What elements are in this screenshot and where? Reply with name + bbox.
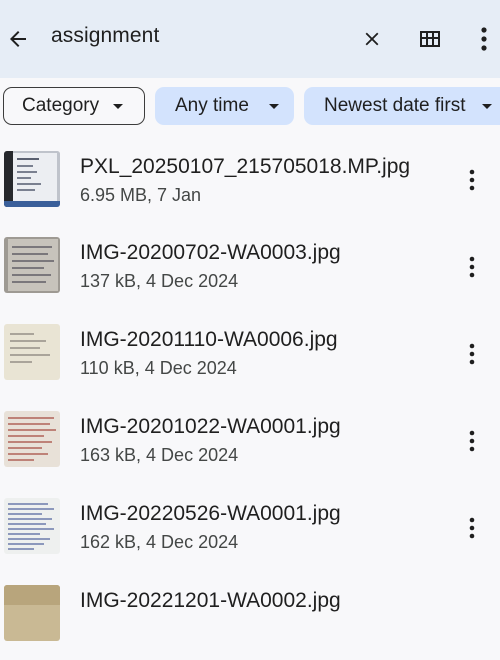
file-meta: 110 kB, 4 Dec 2024 [80, 358, 237, 378]
more-vert-icon[interactable] [466, 168, 478, 192]
file-thumbnail [4, 411, 60, 467]
file-thumbnail [4, 237, 60, 293]
more-vert-icon[interactable] [466, 516, 478, 540]
chip-label: Any time [175, 95, 249, 116]
list-item[interactable]: IMG-20200702-WA0003.jpg 137 kB, 4 Dec 20… [0, 225, 500, 312]
file-thumbnail [4, 498, 60, 554]
more-vert-icon[interactable] [466, 255, 478, 279]
close-icon[interactable] [361, 28, 383, 50]
grid-view-icon[interactable] [418, 27, 442, 51]
category-filter-chip[interactable]: Category [3, 87, 145, 125]
dropdown-caret-icon [481, 103, 492, 109]
sort-order-chip[interactable]: Newest date first [304, 87, 500, 125]
file-name: IMG-20220526-WA0001.jpg [80, 502, 341, 525]
file-name: IMG-20200702-WA0003.jpg [80, 241, 341, 264]
time-filter-chip[interactable]: Any time [155, 87, 294, 125]
file-name: PXL_20250107_215705018.MP.jpg [80, 155, 411, 178]
file-name: IMG-20201022-WA0001.jpg [80, 415, 341, 438]
file-meta: 162 kB, 4 Dec 2024 [80, 532, 239, 552]
file-meta: 163 kB, 4 Dec 2024 [80, 445, 239, 465]
list-item[interactable]: IMG-20220526-WA0001.jpg 162 kB, 4 Dec 20… [0, 486, 500, 573]
list-item[interactable]: IMG-20201022-WA0001.jpg 163 kB, 4 Dec 20… [0, 399, 500, 486]
search-bar: assignment [0, 0, 500, 78]
file-name: IMG-20221201-WA0002.jpg [80, 589, 341, 612]
chip-label: Newest date first [324, 95, 466, 116]
more-vert-icon[interactable] [466, 342, 478, 366]
filter-chips: Category Any time Newest date first [0, 87, 500, 127]
more-vert-icon[interactable] [476, 26, 492, 52]
file-thumbnail [4, 585, 60, 641]
list-item[interactable]: IMG-20201110-WA0006.jpg 110 kB, 4 Dec 20… [0, 312, 500, 399]
list-item[interactable]: IMG-20221201-WA0002.jpg [0, 573, 500, 660]
dropdown-caret-icon [113, 103, 124, 109]
back-arrow-icon[interactable] [6, 27, 30, 51]
chip-label: Category [22, 95, 100, 116]
file-name: IMG-20201110-WA0006.jpg [80, 328, 338, 351]
file-thumbnail [4, 151, 60, 207]
more-vert-icon[interactable] [466, 429, 478, 453]
file-thumbnail [4, 324, 60, 380]
search-input[interactable]: assignment [51, 24, 159, 48]
file-meta: 137 kB, 4 Dec 2024 [80, 271, 239, 291]
dropdown-caret-icon [268, 103, 279, 109]
list-item[interactable]: PXL_20250107_215705018.MP.jpg 6.95 MB, 7… [0, 138, 500, 225]
file-meta: 6.95 MB, 7 Jan [80, 185, 202, 205]
